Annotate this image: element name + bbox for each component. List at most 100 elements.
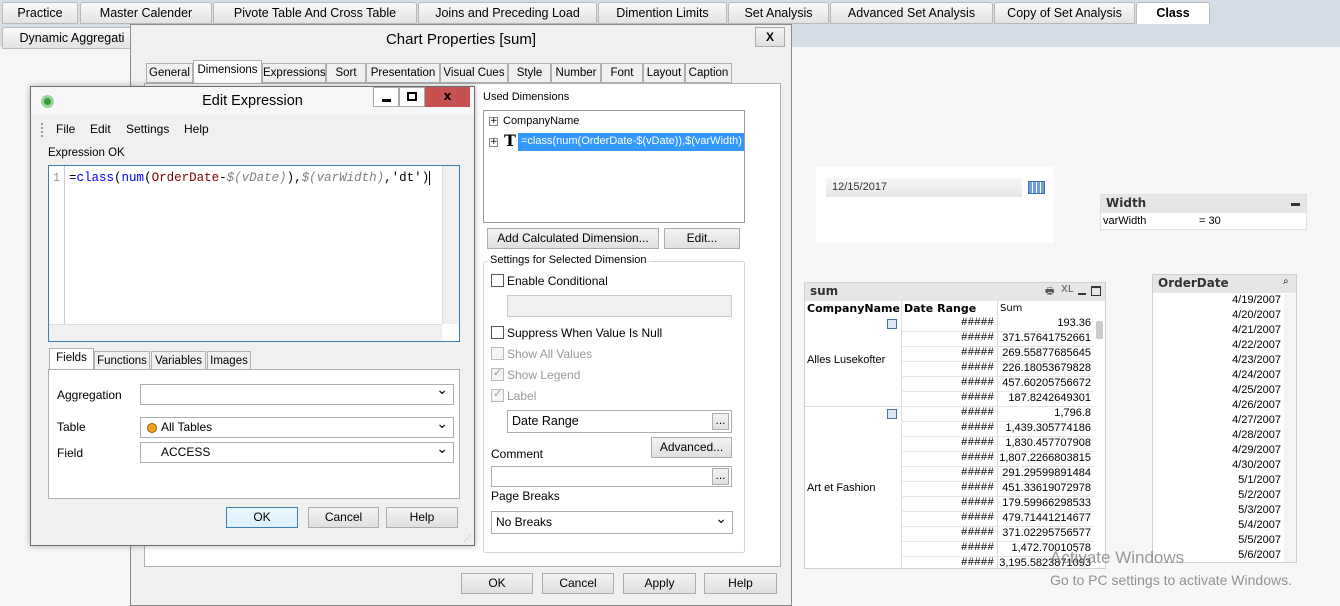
tab-presentation[interactable]: Presentation: [366, 63, 440, 83]
orderdate-item[interactable]: 4/21/2007: [1153, 324, 1281, 336]
orderdate-item[interactable]: 4/22/2007: [1153, 339, 1281, 351]
tab-images[interactable]: Images: [207, 351, 251, 370]
date-range-cell[interactable]: #####: [901, 557, 997, 568]
sum-cell[interactable]: 269.55877685645: [997, 347, 1094, 362]
date-range-cell[interactable]: #####: [901, 332, 997, 347]
date-range-cell[interactable]: #####: [901, 527, 997, 542]
print-icon[interactable]: 🖶: [1045, 284, 1054, 301]
orderdate-item[interactable]: 5/1/2007: [1153, 474, 1281, 486]
edit-dimension-button[interactable]: Edit...: [664, 228, 740, 249]
maximize-button[interactable]: [399, 87, 425, 107]
menu-settings[interactable]: Settings: [126, 122, 169, 136]
tab-sort[interactable]: Sort: [326, 63, 366, 83]
close-button[interactable]: X: [755, 27, 785, 47]
xl-export-icon[interactable]: XL: [1061, 284, 1073, 295]
advanced-button[interactable]: Advanced...: [651, 437, 732, 458]
sum-cell[interactable]: 291.29599891484: [997, 467, 1094, 482]
menu-file[interactable]: File: [56, 122, 75, 136]
dimension-item[interactable]: CompanyName: [503, 115, 579, 127]
sheet-tab-copy-of-set-analysis[interactable]: Copy of Set Analysis: [994, 2, 1135, 24]
expand-icon[interactable]: +: [489, 117, 498, 126]
date-range-cell[interactable]: #####: [901, 512, 997, 527]
date-range-cell[interactable]: #####: [901, 392, 997, 407]
col-header-sum[interactable]: Sum: [997, 301, 1093, 316]
sheet-tab-dynamic-aggregation[interactable]: Dynamic Aggregati: [2, 27, 142, 49]
sum-cell[interactable]: 1,439.305774186: [997, 422, 1094, 437]
tab-style[interactable]: Style: [508, 63, 551, 83]
date-range-cell[interactable]: #####: [901, 437, 997, 452]
sheet-tab-class[interactable]: Class: [1136, 2, 1210, 24]
orderdate-item[interactable]: 4/20/2007: [1153, 309, 1281, 321]
orderdate-item[interactable]: 4/30/2007: [1153, 459, 1281, 471]
sheet-tab-practice[interactable]: Practice: [2, 2, 78, 24]
maximize-icon[interactable]: [1091, 286, 1101, 296]
date-range-cell[interactable]: #####: [901, 377, 997, 392]
orderdate-item[interactable]: 4/24/2007: [1153, 369, 1281, 381]
tab-layout[interactable]: Layout: [643, 63, 685, 83]
tab-functions[interactable]: Functions: [94, 351, 150, 370]
col-header-companyname[interactable]: CompanyName: [805, 301, 900, 316]
tab-expressions[interactable]: Expressions: [262, 63, 326, 83]
sum-cell[interactable]: 1,796.8: [997, 407, 1094, 422]
vertical-scrollbar[interactable]: [442, 166, 459, 324]
sheet-tab-joins-and-preceding-load[interactable]: Joins and Preceding Load: [418, 2, 597, 24]
date-range-cell[interactable]: #####: [901, 467, 997, 482]
orderdate-item[interactable]: 5/5/2007: [1153, 534, 1281, 546]
tab-dimensions[interactable]: Dimensions: [193, 60, 262, 83]
tab-caption[interactable]: Caption: [685, 63, 732, 83]
field-select[interactable]: ACCESS: [140, 439, 454, 463]
expand-icon[interactable]: +: [489, 138, 498, 147]
expression-text[interactable]: =class(num(OrderDate-$(vDate)),$(varWidt…: [69, 171, 438, 185]
date-range-cell[interactable]: #####: [901, 422, 997, 437]
label-ellipsis-button[interactable]: ...: [712, 413, 729, 430]
help-button[interactable]: Help: [704, 573, 777, 594]
ok-button[interactable]: OK: [461, 573, 533, 594]
minimize-button[interactable]: [373, 87, 399, 107]
sheet-tab-pivote-table-and-cross-table[interactable]: Pivote Table And Cross Table: [213, 2, 417, 24]
sheet-tab-advanced-set-analysis[interactable]: Advanced Set Analysis: [830, 2, 993, 24]
sum-cell[interactable]: 179.59966298533: [997, 497, 1094, 512]
tab-variables[interactable]: Variables: [151, 351, 206, 370]
sum-cell[interactable]: 193.36: [997, 317, 1094, 332]
tab-general[interactable]: General: [146, 63, 193, 83]
tab-fields[interactable]: Fields: [49, 348, 94, 370]
dimension-item-selected[interactable]: =class(num(OrderDate-$(vDate)),$(varWidt…: [518, 133, 744, 151]
sum-cell[interactable]: 1,830.457707908: [997, 437, 1094, 452]
orderdate-item[interactable]: 4/27/2007: [1153, 414, 1281, 426]
sum-cell[interactable]: 1,807.2266803815: [997, 452, 1094, 467]
menu-help[interactable]: Help: [184, 122, 209, 136]
date-range-cell[interactable]: #####: [901, 482, 997, 497]
orderdate-item[interactable]: 4/28/2007: [1153, 429, 1281, 441]
cancel-button[interactable]: Cancel: [308, 507, 379, 528]
close-button[interactable]: x: [425, 87, 470, 107]
sum-cell[interactable]: 371.02295756577: [997, 527, 1094, 542]
sheet-tab-master-calender[interactable]: Master Calender: [80, 2, 212, 24]
date-range-cell[interactable]: #####: [901, 407, 997, 422]
expression-editor[interactable]: 1 =class(num(OrderDate-$(vDate)),$(varWi…: [48, 165, 460, 342]
comment-ellipsis-button[interactable]: ...: [712, 468, 729, 485]
orderdate-item[interactable]: 4/26/2007: [1153, 399, 1281, 411]
suppress-null-checkbox[interactable]: [491, 326, 504, 339]
col-header-date-range[interactable]: Date Range: [901, 301, 997, 316]
sheet-tab-dimention-limits[interactable]: Dimention Limits: [598, 2, 727, 24]
label-input[interactable]: Date Range: [507, 410, 732, 433]
scrollbar-thumb[interactable]: [1096, 321, 1103, 339]
orderdate-item[interactable]: 4/25/2007: [1153, 384, 1281, 396]
sum-cell[interactable]: 226.18053679828: [997, 362, 1094, 377]
help-button[interactable]: Help: [386, 507, 458, 528]
menu-edit[interactable]: Edit: [90, 122, 111, 136]
used-dimensions-list[interactable]: + CompanyName + T =class(num(OrderDate-$…: [483, 110, 745, 223]
enable-conditional-checkbox[interactable]: [491, 274, 504, 287]
cancel-button[interactable]: Cancel: [542, 573, 614, 594]
sum-cell[interactable]: 479.71441214677: [997, 512, 1094, 527]
orderdate-item[interactable]: 4/29/2007: [1153, 444, 1281, 456]
date-range-cell[interactable]: #####: [901, 347, 997, 362]
minimize-icon[interactable]: [1078, 293, 1086, 295]
tab-number[interactable]: Number: [551, 63, 601, 83]
date-range-cell[interactable]: #####: [901, 542, 997, 557]
orderdate-item[interactable]: 5/2/2007: [1153, 489, 1281, 501]
orderdate-item[interactable]: 5/4/2007: [1153, 519, 1281, 531]
date-range-cell[interactable]: #####: [901, 317, 997, 332]
date-range-cell[interactable]: #####: [901, 362, 997, 377]
aggregation-select[interactable]: [140, 381, 454, 405]
